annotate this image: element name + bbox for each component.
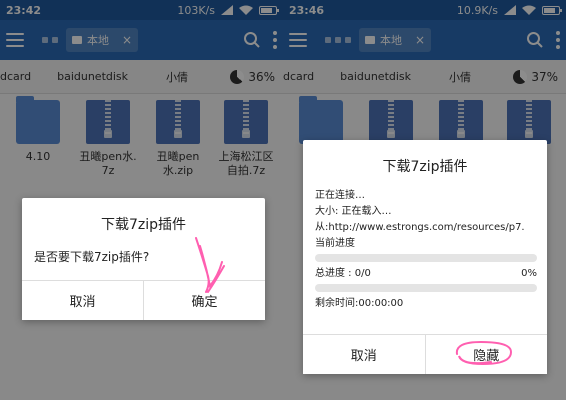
total-progress-bar: [315, 284, 537, 292]
dialog-title: 下载7zip插件: [382, 159, 468, 175]
connecting-status: 正在连接…: [315, 190, 365, 201]
source-url: 从:http://www.estrongs.com/resources/p7.: [315, 222, 525, 233]
download-progress-dialog: 下载7zip插件 正在连接… 大小: 正在载入… 从:http://www.es…: [303, 140, 547, 374]
total-progress-label: 总进度 : 0/0: [315, 268, 371, 279]
size-status: 大小: 正在载入…: [315, 206, 392, 217]
dialog-message: 是否要下载7zip插件?: [34, 250, 150, 264]
total-progress-percent: 0%: [521, 268, 537, 279]
remaining-time: 剩余时间:00:00:00: [315, 298, 404, 309]
confirm-button[interactable]: 确定: [143, 281, 265, 320]
screen-left: 23:42 103K/s 本地 × dcard baidunetdisk 小倩 …: [0, 0, 283, 400]
current-progress-bar: [315, 254, 537, 262]
screen-right: 23:46 10.9K/s 本地 × dcard baidunetdisk 小倩…: [283, 0, 566, 400]
dialog-title: 下载7zip插件: [100, 217, 187, 233]
hide-button[interactable]: 隐藏: [424, 335, 547, 374]
cancel-button[interactable]: 取消: [22, 281, 143, 320]
download-confirm-dialog: 下载7zip插件 是否要下载7zip插件? 取消 确定: [22, 198, 265, 320]
cancel-button[interactable]: 取消: [303, 335, 425, 374]
current-progress-label: 当前进度: [315, 238, 355, 249]
